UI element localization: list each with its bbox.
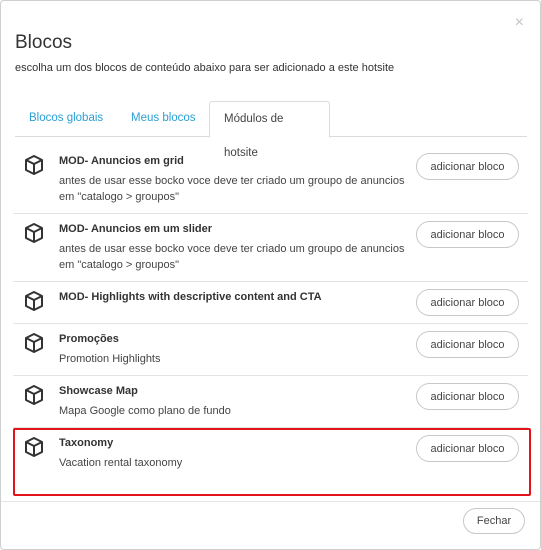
cube-icon [25,437,43,457]
block-name: MOD- Anuncios em grid [59,155,184,167]
cube-icon [25,333,43,353]
add-block-button[interactable]: adicionar bloco [416,153,519,180]
tab-blocos-globais[interactable]: Blocos globais [15,101,117,137]
cube-icon [25,223,43,243]
close-icon[interactable]: × [515,15,524,31]
block-description: Promotion Highlights [59,353,161,365]
list-item: MOD- Highlights with descriptive content… [13,282,528,324]
cube-icon [25,291,43,311]
block-description: Vacation rental taxonomy [59,457,183,469]
list-item: MOD- Anuncios em um slider antes de usar… [13,214,528,282]
list-item: Promoções Promotion Highlights adicionar… [13,324,528,376]
block-name: MOD- Highlights with descriptive content… [59,291,322,303]
add-block-modal: × Blocos escolha um dos blocos de conteú… [0,0,541,550]
tab-bar: Blocos globais Meus blocos Módulos de ho… [15,101,527,159]
block-name: Taxonomy [59,437,114,449]
block-description: Mapa Google como plano de fundo [59,405,231,417]
add-block-button[interactable]: adicionar bloco [416,331,519,358]
tab-meus-blocos[interactable]: Meus blocos [117,101,210,137]
cube-icon [25,385,43,405]
block-list: MOD- Anuncios em grid antes de usar esse… [13,146,528,494]
add-block-button[interactable]: adicionar bloco [416,383,519,410]
close-button[interactable]: Fechar [463,508,525,534]
add-block-button[interactable]: adicionar bloco [416,435,519,462]
block-description: antes de usar esse bocko voce deve ter c… [59,175,405,203]
block-description: antes de usar esse bocko voce deve ter c… [59,243,405,271]
block-name: Promoções [59,333,119,345]
modal-title: Blocos [15,32,73,53]
block-name: Showcase Map [59,385,138,397]
add-block-button[interactable]: adicionar bloco [416,221,519,248]
list-item: Taxonomy Vacation rental taxonomy adicio… [13,428,528,494]
list-item: Showcase Map Mapa Google como plano de f… [13,376,528,428]
footer-divider [1,501,540,502]
block-name: MOD- Anuncios em um slider [59,223,213,235]
list-item: MOD- Anuncios em grid antes de usar esse… [13,146,528,214]
add-block-button[interactable]: adicionar bloco [416,289,519,316]
modal-subtitle: escolha um dos blocos de conteúdo abaixo… [15,62,395,74]
cube-icon [25,155,43,175]
tab-modulos-de-hotsite[interactable]: Módulos de hotsite [209,101,330,159]
